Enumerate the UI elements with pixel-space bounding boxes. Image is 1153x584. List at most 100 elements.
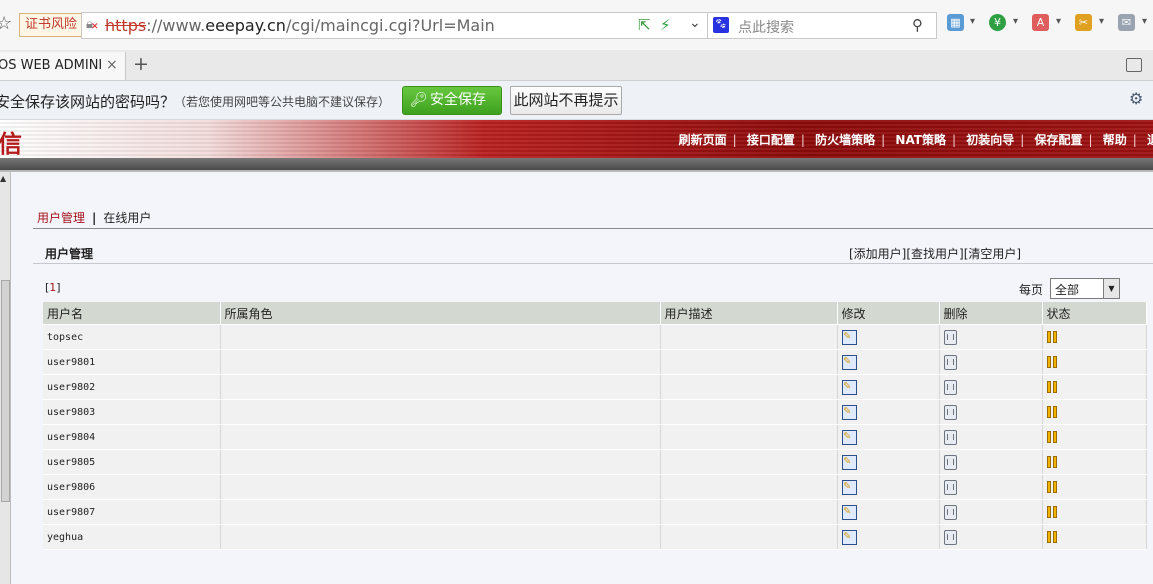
key-icon: 🔑︎ [410,92,428,108]
baidu-paw-icon[interactable]: 🐾︎ [713,17,729,33]
tab-title: OS WEB ADMINI [0,58,103,73]
trash-icon[interactable] [943,329,957,345]
scrollbar-thumb[interactable] [1,280,10,502]
lightning-icon[interactable]: ⚡︎ [660,16,671,34]
tab-list-icon[interactable] [1126,58,1142,72]
cell-username: user9806 [43,474,221,500]
nav-separator: | [1020,133,1025,147]
pause-icon[interactable] [1046,531,1059,543]
pause-icon[interactable] [1046,431,1059,443]
trash-icon[interactable] [943,504,957,520]
section-actions: [添加用户][查找用户][清空用户] [849,245,1021,262]
breadcrumb-divider [33,228,1153,229]
cell-delete [939,424,1043,450]
table-row: user9806 [43,474,1147,500]
table-row: user9804 [43,424,1147,450]
cell-edit [837,474,940,500]
shield-icon[interactable]: ¥ [989,14,1006,31]
screenshot-icon[interactable]: ✂ [1075,14,1092,31]
user-table-body: topsecuser9801user9802user9803user9804us… [43,324,1147,550]
url-input[interactable]: 🔒︎ ✕ https://www.eeepay.cn/cgi/maincgi.c… [81,12,687,39]
cell-username: yeghua [43,524,221,550]
close-icon[interactable]: × [106,57,118,73]
nav-nat-policy[interactable]: NAT策略 [895,133,946,147]
translate-icon[interactable]: A [1032,14,1049,31]
chevron-down-icon[interactable]: ▼ [1103,279,1119,298]
edit-icon[interactable] [841,528,857,545]
pause-icon[interactable] [1046,331,1059,343]
table-row: user9805 [43,449,1147,475]
logo: 信 [0,130,22,158]
tab-online-users[interactable]: 在线用户 [103,211,151,225]
never-remind-button[interactable]: 此网站不再提示 [510,86,622,115]
edit-icon[interactable] [841,453,857,470]
new-tab-button[interactable]: + [133,53,149,75]
pause-icon[interactable] [1046,506,1059,518]
edit-icon[interactable] [841,403,857,420]
cell-delete [939,349,1043,375]
cell-description [660,349,838,375]
scroll-up-arrow-icon[interactable]: ▲ [0,174,6,183]
pause-icon[interactable] [1046,481,1059,493]
search-input[interactable]: 🐾︎ 点此搜索 ⚲ [707,12,937,39]
chevron-down-icon[interactable]: ▾ [1142,16,1147,27]
pause-icon[interactable] [1046,406,1059,418]
cell-description [660,524,838,550]
nav-setup-wizard[interactable]: 初装向导 [966,133,1014,147]
nav-firewall-policy[interactable]: 防火墙策略 [815,133,875,147]
chevron-down-icon[interactable]: ▾ [1056,16,1061,27]
trash-icon[interactable] [943,429,957,445]
nav-help[interactable]: 帮助 [1103,133,1127,147]
cell-edit [837,349,940,375]
chevron-down-icon[interactable]: ▾ [1099,16,1104,27]
page-link-1[interactable]: 1 [49,281,56,294]
col-username: 用户名 [43,302,221,325]
edit-icon[interactable] [841,503,857,520]
trash-icon[interactable] [943,454,957,470]
edit-icon[interactable] [841,428,857,445]
clear-users-link[interactable]: [清空用户] [964,247,1021,261]
search-icon[interactable]: ⚲ [912,16,923,34]
tab-active[interactable]: OS WEB ADMINI × [0,52,126,80]
save-password-bar: 安全保存该网站的密码吗？ （若您使用网吧等公共电脑不建议保存） 🔑︎ 安全保存 … [0,81,1153,120]
trash-icon[interactable] [943,529,957,545]
add-user-link[interactable]: [添加用户] [849,247,906,261]
cell-status [1042,424,1147,450]
edit-icon[interactable] [841,478,857,495]
nav-logout[interactable]: 退 [1147,133,1153,147]
left-frame-scrollbar[interactable]: ▲ [0,172,11,584]
per-page-value: 全部 [1055,283,1080,297]
apps-grid-icon[interactable]: ▦ [947,14,964,31]
chevron-down-icon[interactable]: ▾ [1013,16,1018,27]
url-host: eeepay.cn [205,16,286,35]
chevron-down-icon[interactable]: ▾ [970,16,975,27]
share-icon[interactable]: ⇱ [638,16,651,34]
mail-icon[interactable]: ✉ [1118,14,1135,31]
cell-username: topsec [43,324,221,350]
breadcrumb-separator: | [92,211,97,225]
tab-user-management[interactable]: 用户管理 [37,211,85,225]
cell-status [1042,474,1147,500]
edit-icon[interactable] [841,353,857,370]
trash-icon[interactable] [943,479,957,495]
edit-icon[interactable] [841,378,857,395]
nav-refresh-page[interactable]: 刷新页面 [679,133,727,147]
gear-icon[interactable]: ⚙ [1129,89,1143,108]
cell-role [220,374,661,400]
col-edit: 修改 [837,302,940,325]
url-history-dropdown[interactable]: ⌄ [685,12,708,39]
save-password-button[interactable]: 🔑︎ 安全保存 [402,86,502,115]
edit-icon[interactable] [841,328,857,345]
find-user-link[interactable]: [查找用户] [906,247,963,261]
trash-icon[interactable] [943,404,957,420]
star-icon[interactable]: ☆ [0,13,12,34]
nav-interface-config[interactable]: 接口配置 [747,133,795,147]
cert-risk-badge[interactable]: 证书风险 [19,13,84,37]
per-page-select[interactable]: 全部 ▼ [1050,278,1120,299]
pause-icon[interactable] [1046,456,1059,468]
trash-icon[interactable] [943,379,957,395]
pause-icon[interactable] [1046,381,1059,393]
pause-icon[interactable] [1046,356,1059,368]
nav-save-config[interactable]: 保存配置 [1034,133,1082,147]
trash-icon[interactable] [943,354,957,370]
